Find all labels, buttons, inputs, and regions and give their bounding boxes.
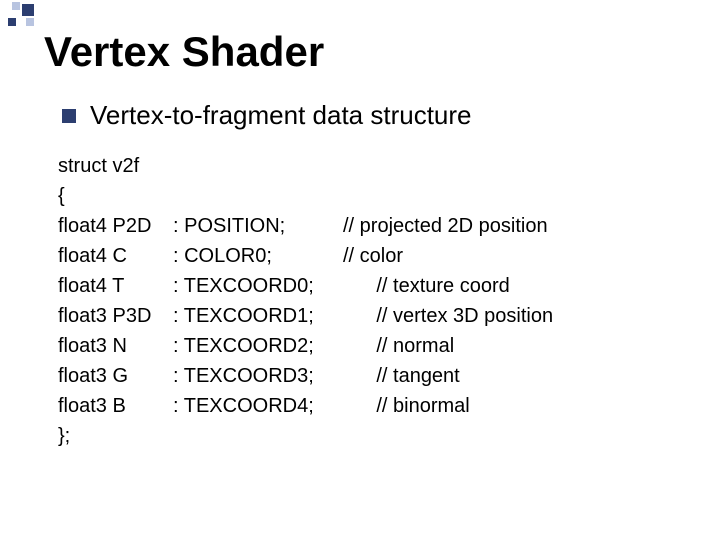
struct-declaration: struct v2f (58, 151, 720, 181)
field-comment: // texture coord (343, 271, 553, 301)
field-comment: // binormal (343, 391, 553, 421)
field-decl: float3 N (58, 331, 173, 361)
field-semantic: : TEXCOORD1; (173, 301, 343, 331)
struct-fields-table: float4 P2D : POSITION; // projected 2D p… (58, 211, 553, 421)
subtitle-row: Vertex-to-fragment data structure (0, 76, 720, 131)
field-decl: float3 G (58, 361, 173, 391)
field-decl: float4 C (58, 241, 173, 271)
field-comment: // projected 2D position (343, 211, 553, 241)
field-comment: // tangent (343, 361, 553, 391)
corner-decoration (0, 0, 50, 40)
slide-title: Vertex Shader (0, 0, 720, 76)
field-row: float4 P2D : POSITION; // projected 2D p… (58, 211, 553, 241)
field-comment: // color (343, 241, 553, 271)
field-decl: float4 P2D (58, 211, 173, 241)
field-decl: float3 P3D (58, 301, 173, 331)
field-comment: // vertex 3D position (343, 301, 553, 331)
field-row: float4 C : COLOR0; // color (58, 241, 553, 271)
field-row: float3 B : TEXCOORD4; // binormal (58, 391, 553, 421)
code-block: struct v2f { float4 P2D : POSITION; // p… (0, 131, 720, 451)
field-semantic: : TEXCOORD4; (173, 391, 343, 421)
open-brace: { (58, 181, 720, 211)
field-semantic: : COLOR0; (173, 241, 343, 271)
field-semantic: : TEXCOORD0; (173, 271, 343, 301)
field-row: float3 P3D : TEXCOORD1; // vertex 3D pos… (58, 301, 553, 331)
subtitle-text: Vertex-to-fragment data structure (90, 100, 472, 131)
field-row: float3 G : TEXCOORD3; // tangent (58, 361, 553, 391)
field-comment: // normal (343, 331, 553, 361)
field-semantic: : TEXCOORD3; (173, 361, 343, 391)
field-semantic: : TEXCOORD2; (173, 331, 343, 361)
close-brace: }; (58, 421, 720, 451)
field-row: float4 T : TEXCOORD0; // texture coord (58, 271, 553, 301)
field-decl: float3 B (58, 391, 173, 421)
bullet-square-icon (62, 109, 76, 123)
field-semantic: : POSITION; (173, 211, 343, 241)
field-row: float3 N : TEXCOORD2; // normal (58, 331, 553, 361)
field-decl: float4 T (58, 271, 173, 301)
